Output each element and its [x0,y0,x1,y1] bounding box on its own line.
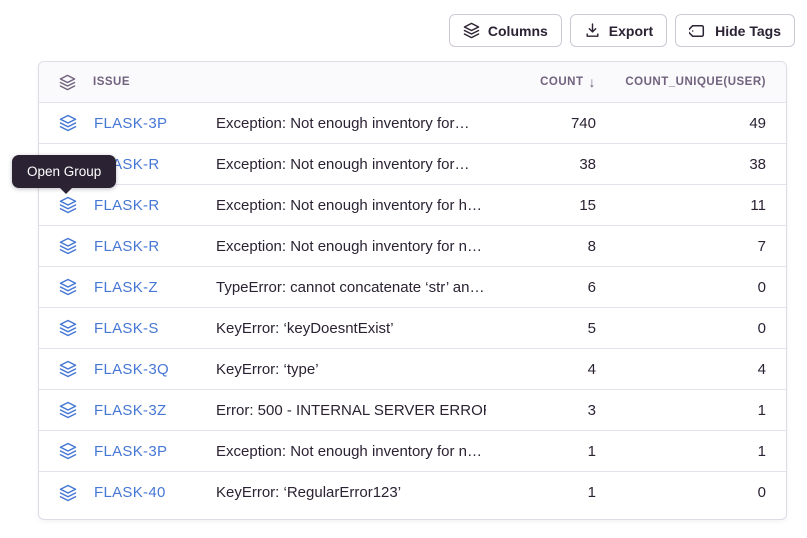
header-count-label: COUNT [540,76,583,88]
download-icon [584,22,601,39]
count-unique-value: 0 [596,320,766,337]
issue-link[interactable]: FLASK-S [94,320,159,337]
issue-cell: FLASK-3Q [59,360,216,378]
table-row: FLASK-S KeyError: ‘keyDoesntExist’ 5 0 [39,308,786,349]
page: { "colors": { "accent_blue": "#4677d4", … [0,0,807,538]
count-value: 8 [486,238,596,255]
header-issue[interactable]: ISSUE [59,74,216,91]
issue-message: Error: 500 - INTERNAL SERVER ERROR [216,402,486,419]
header-count-unique-label: COUNT_UNIQUE(USER) [625,76,766,88]
issue-message: Exception: Not enough inventory for n… [216,443,486,460]
issue-link[interactable]: FLASK-R [94,197,159,214]
open-group-layers-icon[interactable] [59,278,77,296]
issue-link[interactable]: FLASK-40 [94,484,166,501]
issue-cell: FLASK-3P [59,442,216,460]
open-group-tooltip: Open Group [12,155,116,188]
issue-message: KeyError: ‘RegularError123’ [216,484,486,501]
table-row: FLASK-R Exception: Not enough inventory … [39,185,786,226]
tag-icon [689,22,707,40]
columns-button[interactable]: Columns [449,14,562,47]
issue-message: Exception: Not enough inventory for… [216,115,486,132]
issue-cell: FLASK-R [59,196,216,214]
results-table: ISSUE COUNT ↓ COUNT_UNIQUE(USER) FLASK-3… [38,61,787,520]
open-group-layers-icon[interactable] [59,442,77,460]
table-row: FLASK-3P Exception: Not enough inventory… [39,103,786,144]
count-unique-value: 49 [596,115,766,132]
issue-cell: FLASK-40 [59,484,216,502]
count-unique-value: 7 [596,238,766,255]
open-group-layers-icon[interactable] [59,237,77,255]
issue-link[interactable]: FLASK-3Q [94,361,169,378]
count-unique-value: 38 [596,156,766,173]
open-group-tooltip-label: Open Group [27,164,101,179]
layers-icon [463,22,480,39]
header-count-unique[interactable]: COUNT_UNIQUE(USER) [596,76,766,88]
hide-tags-button[interactable]: Hide Tags [675,14,795,47]
issue-cell: FLASK-Z [59,278,216,296]
table-row: FLASK-3Z Error: 500 - INTERNAL SERVER ER… [39,390,786,431]
issue-message: KeyError: ‘keyDoesntExist’ [216,320,486,337]
sort-descending-icon: ↓ [589,74,597,90]
table-row: FLASK-R Exception: Not enough inventory … [39,144,786,185]
table-header-row: ISSUE COUNT ↓ COUNT_UNIQUE(USER) [39,62,786,103]
layers-icon [59,74,76,91]
table-row: FLASK-40 KeyError: ‘RegularError123’ 1 0 [39,472,786,513]
hide-tags-button-label: Hide Tags [715,23,781,39]
issue-message: Exception: Not enough inventory for h… [216,197,486,214]
issue-message: Exception: Not enough inventory for n… [216,238,486,255]
count-value: 1 [486,443,596,460]
count-value: 15 [486,197,596,214]
table-body: FLASK-3P Exception: Not enough inventory… [39,103,786,513]
count-unique-value: 0 [596,484,766,501]
count-value: 1 [486,484,596,501]
count-value: 5 [486,320,596,337]
columns-button-label: Columns [488,23,548,39]
export-button-label: Export [609,23,653,39]
count-value: 4 [486,361,596,378]
count-unique-value: 11 [596,197,766,214]
count-value: 740 [486,115,596,132]
count-value: 3 [486,402,596,419]
issue-message: KeyError: ‘type’ [216,361,486,378]
toolbar: Columns Export Hide Tags [449,14,795,47]
issue-link[interactable]: FLASK-Z [94,279,158,296]
open-group-layers-icon[interactable] [59,319,77,337]
count-value: 6 [486,279,596,296]
issue-message: TypeError: cannot concatenate ‘str’ an… [216,279,486,296]
issue-message: Exception: Not enough inventory for… [216,156,486,173]
table-row: FLASK-3Q KeyError: ‘type’ 4 4 [39,349,786,390]
table-row: FLASK-R Exception: Not enough inventory … [39,226,786,267]
count-unique-value: 0 [596,279,766,296]
open-group-layers-icon[interactable] [59,360,77,378]
issue-link[interactable]: FLASK-3P [94,115,167,132]
table-row: FLASK-3P Exception: Not enough inventory… [39,431,786,472]
header-issue-label: ISSUE [93,76,130,88]
issue-cell: FLASK-3Z [59,401,216,419]
count-value: 38 [486,156,596,173]
open-group-layers-icon[interactable] [59,401,77,419]
issue-link[interactable]: FLASK-3P [94,443,167,460]
open-group-layers-icon[interactable] [59,114,77,132]
issue-link[interactable]: FLASK-3Z [94,402,166,419]
open-group-layers-icon[interactable] [59,484,77,502]
export-button[interactable]: Export [570,14,667,47]
header-count[interactable]: COUNT ↓ [486,74,596,90]
issue-link[interactable]: FLASK-R [94,238,159,255]
issue-cell: FLASK-3P [59,114,216,132]
issue-cell: FLASK-R [59,237,216,255]
count-unique-value: 1 [596,402,766,419]
issue-cell: FLASK-S [59,319,216,337]
count-unique-value: 1 [596,443,766,460]
count-unique-value: 4 [596,361,766,378]
table-row: FLASK-Z TypeError: cannot concatenate ‘s… [39,267,786,308]
